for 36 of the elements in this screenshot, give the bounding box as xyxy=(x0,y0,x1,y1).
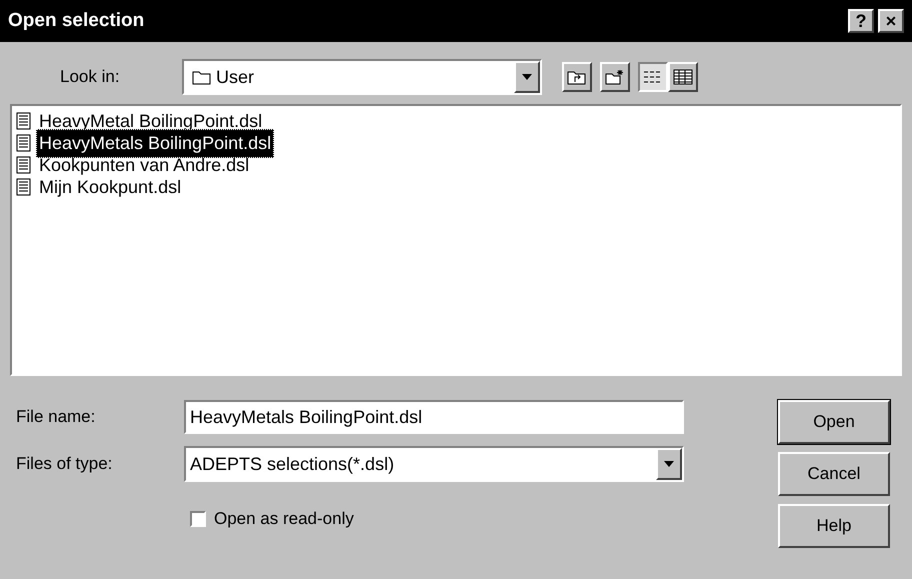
dialog-button[interactable]: Help xyxy=(778,504,890,548)
read-only-checkbox[interactable] xyxy=(190,510,206,527)
dialog-button[interactable]: Open xyxy=(778,400,890,444)
dropdown-arrow-button[interactable] xyxy=(656,448,682,480)
list-icon xyxy=(643,69,663,85)
window-title: Open selection xyxy=(8,8,146,33)
folder-icon xyxy=(192,69,212,85)
document-icon xyxy=(16,156,32,174)
details-view-button[interactable] xyxy=(668,62,698,92)
file-type-label: Files of type: xyxy=(16,453,114,476)
new-folder-button[interactable] xyxy=(600,62,630,92)
file-name-label: File name: xyxy=(16,406,96,428)
list-view-button[interactable] xyxy=(638,62,668,92)
document-icon xyxy=(16,112,32,130)
file-type-value: ADEPTS selections(*.dsl) xyxy=(189,452,396,476)
document-icon xyxy=(16,134,32,152)
details-icon xyxy=(673,69,693,85)
new-folder-icon xyxy=(605,69,625,85)
document-icon xyxy=(16,178,32,196)
file-name-field[interactable]: HeavyMetals BoilingPoint.dsl xyxy=(184,400,684,434)
dropdown-arrow-button[interactable] xyxy=(514,61,540,93)
file-type-dropdown[interactable]: ADEPTS selections(*.dsl) xyxy=(184,446,684,482)
look-in-label: Look in: xyxy=(60,66,121,88)
file-item[interactable]: HeavyMetal BoilingPoint.dsl xyxy=(16,110,266,132)
close-button[interactable]: × xyxy=(878,9,904,33)
up-folder-icon xyxy=(567,69,587,85)
file-item[interactable]: Mijn Kookpunt.dsl xyxy=(16,176,184,198)
look-in-value: User xyxy=(216,66,256,88)
file-item[interactable]: Kookpunten van Andre.dsl xyxy=(16,154,252,176)
look-in-dropdown[interactable]: User xyxy=(182,59,542,95)
down-arrow-icon xyxy=(522,74,532,80)
dialog-button[interactable]: Cancel xyxy=(778,452,890,496)
read-only-label: Open as read-only xyxy=(214,508,354,530)
down-arrow-icon xyxy=(664,461,674,467)
help-button[interactable]: ? xyxy=(848,9,874,33)
up-folder-button[interactable] xyxy=(562,62,592,92)
